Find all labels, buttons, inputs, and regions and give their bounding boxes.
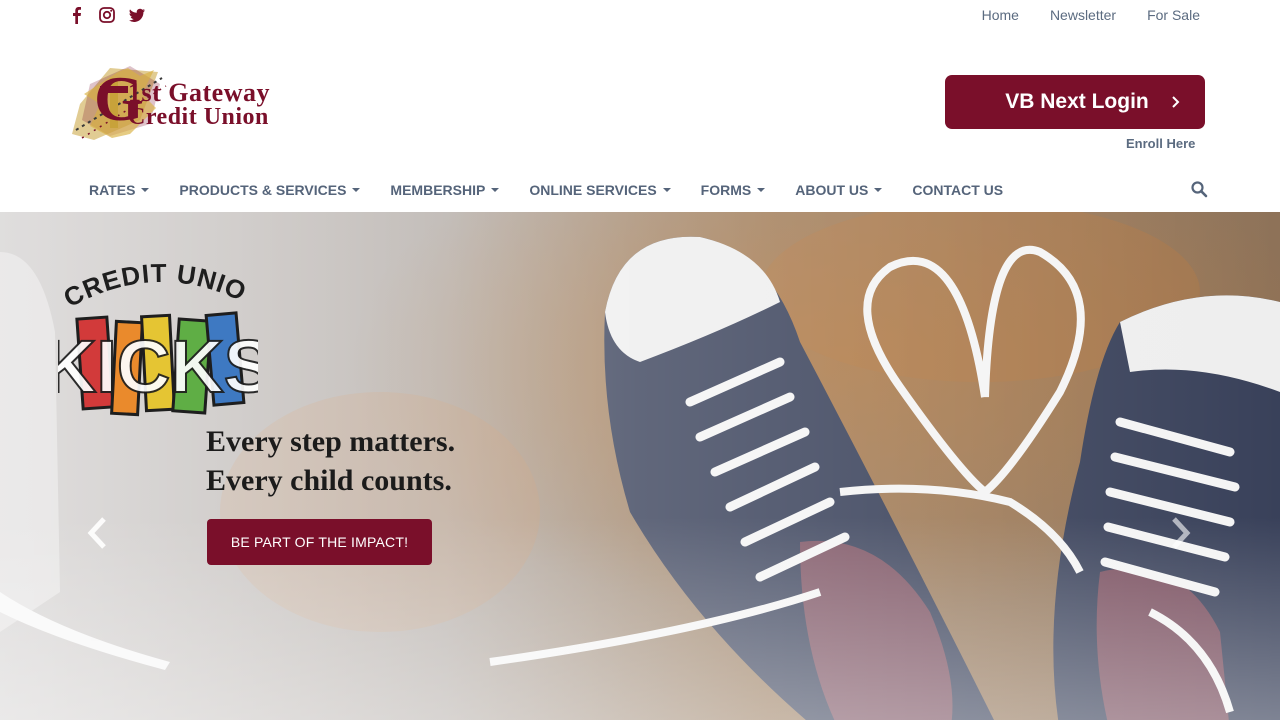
vb-next-login-button[interactable]: VB Next Login [945, 75, 1205, 129]
for-sale-link[interactable]: For Sale [1147, 7, 1200, 23]
caret-down-icon [757, 188, 766, 192]
caret-down-icon [874, 188, 883, 192]
logo-line-1: 1st Gateway [128, 78, 270, 107]
nav-item-forms[interactable]: FORMS [686, 182, 781, 198]
search-icon[interactable] [1190, 180, 1208, 198]
logo-line-2: Credit Union [128, 104, 269, 130]
hero-tagline-line-1: Every step matters. [206, 425, 456, 458]
nav-item-label: RATES [89, 182, 136, 198]
enroll-here-link[interactable]: Enroll Here [1126, 136, 1195, 151]
nav-item-label: PRODUCTS & SERVICES [179, 182, 347, 198]
chevron-right-icon [1172, 96, 1180, 108]
carousel-next-arrow-icon[interactable] [1168, 515, 1192, 551]
top-bar: Home Newsletter For Sale [0, 0, 1280, 32]
nav-item-label: ONLINE SERVICES [529, 182, 657, 198]
nav-item-label: FORMS [700, 182, 752, 198]
caret-down-icon [352, 188, 361, 192]
carousel-prev-arrow-icon[interactable] [86, 515, 110, 551]
caret-down-icon [491, 188, 500, 192]
top-links: Home Newsletter For Sale [982, 7, 1200, 23]
login-button-label: VB Next Login [1005, 90, 1149, 113]
kicks-badge-top-path: CREDIT UNION [58, 262, 250, 313]
nav-item-label: CONTACT US [912, 182, 1004, 198]
be-part-of-the-impact-button[interactable]: BE PART OF THE IMPACT! [207, 519, 432, 565]
facebook-icon[interactable] [68, 6, 86, 24]
hero-tagline-line-2: Every child counts. [206, 464, 452, 497]
home-link[interactable]: Home [982, 7, 1019, 23]
caret-down-icon [141, 188, 150, 192]
hero-tagline: Every step matters. Every child counts. [206, 422, 455, 500]
nav-item-rates[interactable]: RATES [74, 182, 164, 198]
kicks-badge-top-text: CREDIT UNION [58, 262, 251, 313]
nav-item-about-us[interactable]: ABOUT US [780, 182, 897, 198]
caret-down-icon [662, 188, 671, 192]
credit-union-kicks-logo: CREDIT UNION KICKS [58, 262, 258, 417]
newsletter-link[interactable]: Newsletter [1050, 7, 1116, 23]
nav-item-products-services[interactable]: PRODUCTS & SERVICES [164, 182, 375, 198]
instagram-icon[interactable] [98, 6, 116, 24]
logo-wordmark: 1st Gateway Credit Union [128, 78, 270, 130]
nav-item-label: ABOUT US [795, 182, 869, 198]
main-nav: RATES PRODUCTS & SERVICES MEMBERSHIP ONL… [74, 176, 1018, 204]
nav-item-contact-us[interactable]: CONTACT US [897, 182, 1018, 198]
twitter-icon[interactable] [128, 6, 146, 24]
social-links [68, 6, 146, 24]
kicks-badge-word: KICKS [58, 325, 258, 408]
nav-item-online-services[interactable]: ONLINE SERVICES [514, 182, 685, 198]
nav-item-label: MEMBERSHIP [390, 182, 486, 198]
nav-item-membership[interactable]: MEMBERSHIP [375, 182, 514, 198]
